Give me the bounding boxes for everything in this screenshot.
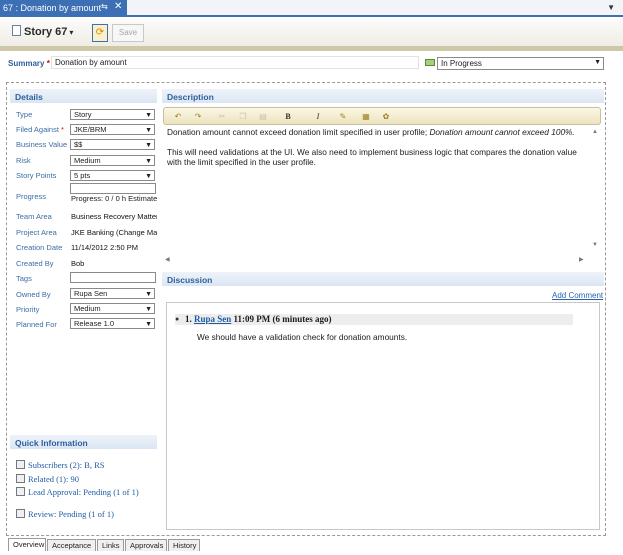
- summary-input[interactable]: Donation by amount: [51, 56, 419, 69]
- created-by-label: Created By: [16, 259, 54, 268]
- scroll-right-icon[interactable]: ▶: [579, 256, 584, 263]
- tab-overview[interactable]: Overview: [8, 538, 46, 551]
- scroll-down-icon[interactable]: ▼: [592, 242, 598, 248]
- bold-button[interactable]: B: [282, 111, 294, 122]
- story-label: Story 67: [24, 26, 68, 38]
- risk-label: Risk: [16, 156, 31, 165]
- filed-against-label: Filed Against *: [16, 125, 64, 134]
- bullet-icon: ●: [175, 315, 180, 323]
- progress-bar: [70, 183, 156, 194]
- owned-by-select[interactable]: Rupa Sen ▼: [70, 288, 155, 299]
- italic-button[interactable]: I: [312, 111, 324, 122]
- header-divider: [0, 46, 623, 51]
- planned-for-select[interactable]: Release 1.0 ▼: [70, 318, 155, 329]
- scroll-up-icon[interactable]: ▲: [592, 129, 598, 135]
- paste-icon[interactable]: ▤: [257, 111, 269, 122]
- undo-icon[interactable]: ↶: [172, 111, 184, 122]
- state-select[interactable]: In Progress ▼: [437, 57, 604, 70]
- redo-icon[interactable]: ↷: [192, 111, 204, 122]
- scroll-left-icon[interactable]: ◀: [165, 256, 170, 263]
- lead-approval-link[interactable]: Lead Approval: Pending (1 of 1): [16, 487, 146, 497]
- approval-icon: [16, 487, 25, 496]
- editor-header: Story 67 ▾ ⟳ Save: [0, 19, 623, 46]
- chevron-down-icon: ▼: [145, 291, 152, 298]
- tags-label: Tags: [16, 274, 32, 283]
- comment-header: ● 1. Rupa Sen 11:09 PM (6 minutes ago): [175, 314, 573, 325]
- team-area-value[interactable]: Business Recovery Matter: [71, 212, 157, 221]
- created-by-value: Bob: [71, 259, 85, 268]
- chevron-down-icon: ▼: [145, 127, 152, 134]
- copy-icon[interactable]: ❐: [237, 111, 249, 122]
- progress-label: Progress: [16, 192, 47, 201]
- story-icon: [12, 25, 21, 36]
- comment-text: We should have a validation check for do…: [197, 332, 408, 342]
- type-select[interactable]: Story ▼: [70, 109, 155, 120]
- subscribers-icon: [16, 460, 25, 469]
- story-menu-button[interactable]: Story 67 ▾: [12, 25, 73, 38]
- review-icon: [16, 509, 25, 518]
- editor-tab-title: 67 : Donation by amount: [3, 3, 102, 13]
- planned-for-label: Planned For: [16, 320, 57, 329]
- related-icon: [16, 474, 25, 483]
- risk-select[interactable]: Medium ▼: [70, 155, 155, 166]
- state-value: In Progress: [441, 59, 482, 68]
- chevron-down-icon: ▼: [145, 173, 152, 180]
- business-value-label: Business Value: [16, 140, 68, 149]
- insert-link-icon[interactable]: ✎: [337, 111, 349, 122]
- creation-date-value: 11/14/2012 2:50 PM: [71, 243, 138, 252]
- comment-time: 11:09 PM (6 minutes ago): [233, 314, 332, 324]
- tab-approvals[interactable]: Approvals: [125, 539, 167, 551]
- chevron-down-icon: ▼: [145, 158, 152, 165]
- details-heading: Details: [10, 89, 157, 103]
- tab-history[interactable]: History: [168, 539, 200, 551]
- creation-date-label: Creation Date: [16, 243, 63, 252]
- chevron-down-icon: ▼: [145, 142, 152, 149]
- rich-text-toolbar: ↶ ↷ ✂ ❐ ▤ B I ✎ ▦ ✿: [163, 107, 601, 125]
- priority-label: Priority: [16, 305, 40, 314]
- quick-information-heading: Quick Information: [10, 435, 157, 449]
- chevron-down-icon: ▾: [69, 28, 74, 37]
- save-button[interactable]: Save: [112, 24, 144, 42]
- comment-number: 1.: [185, 314, 192, 324]
- subscribers-link[interactable]: Subscribers (2): B, RS: [16, 460, 146, 470]
- tab-links[interactable]: Links: [97, 539, 124, 551]
- story-points-select[interactable]: 5 pts ▼: [70, 170, 155, 181]
- description-heading: Description: [162, 89, 604, 103]
- related-link[interactable]: Related (1): 90: [16, 474, 146, 484]
- comment-author-link[interactable]: Rupa Sen: [194, 314, 231, 324]
- insert-table-icon[interactable]: ▦: [360, 111, 372, 122]
- owned-by-label: Owned By: [16, 290, 51, 299]
- project-area-value[interactable]: JKE Banking (Change Mar: [71, 228, 157, 237]
- state-icon: [425, 59, 435, 66]
- discussion-heading: Discussion: [162, 272, 604, 286]
- chevron-down-icon: ▼: [594, 59, 601, 66]
- chevron-down-icon: ▼: [145, 112, 152, 119]
- close-icon[interactable]: ✕: [114, 1, 122, 12]
- refresh-icon: ⟳: [95, 27, 105, 38]
- filed-against-select[interactable]: JKE/BRM ▼: [70, 124, 155, 135]
- team-area-label: Team Area: [16, 212, 52, 221]
- story-points-label: Story Points: [16, 171, 57, 180]
- editor-tab[interactable]: 67 : Donation by amount ⇆ ✕: [0, 0, 127, 17]
- tab-overflow-icon[interactable]: ▼: [607, 3, 615, 12]
- tags-input[interactable]: [70, 272, 156, 283]
- insert-image-icon[interactable]: ✿: [380, 111, 392, 122]
- summary-label: Summary *: [8, 59, 50, 68]
- cut-icon[interactable]: ✂: [216, 111, 228, 122]
- chevron-down-icon: ▼: [145, 321, 152, 328]
- pin-icon[interactable]: ⇆: [101, 2, 108, 11]
- tab-acceptance[interactable]: Acceptance: [47, 539, 96, 551]
- type-label: Type: [16, 110, 33, 119]
- add-comment-link[interactable]: Add Comment: [552, 291, 603, 300]
- business-value-select[interactable]: $$ ▼: [70, 139, 155, 150]
- review-link[interactable]: Review: Pending (1 of 1): [16, 509, 146, 519]
- priority-select[interactable]: Medium ▼: [70, 303, 155, 314]
- description-editor[interactable]: Donation amount cannot exceed donation l…: [167, 127, 580, 177]
- refresh-button[interactable]: ⟳: [92, 24, 108, 42]
- progress-text: Progress: 0 / 0 h Estimate: [71, 194, 157, 203]
- chevron-down-icon: ▼: [145, 306, 152, 313]
- editor-tab-strip: 67 : Donation by amount ⇆ ✕ ▼: [0, 0, 623, 17]
- project-area-label: Project Area: [16, 228, 57, 237]
